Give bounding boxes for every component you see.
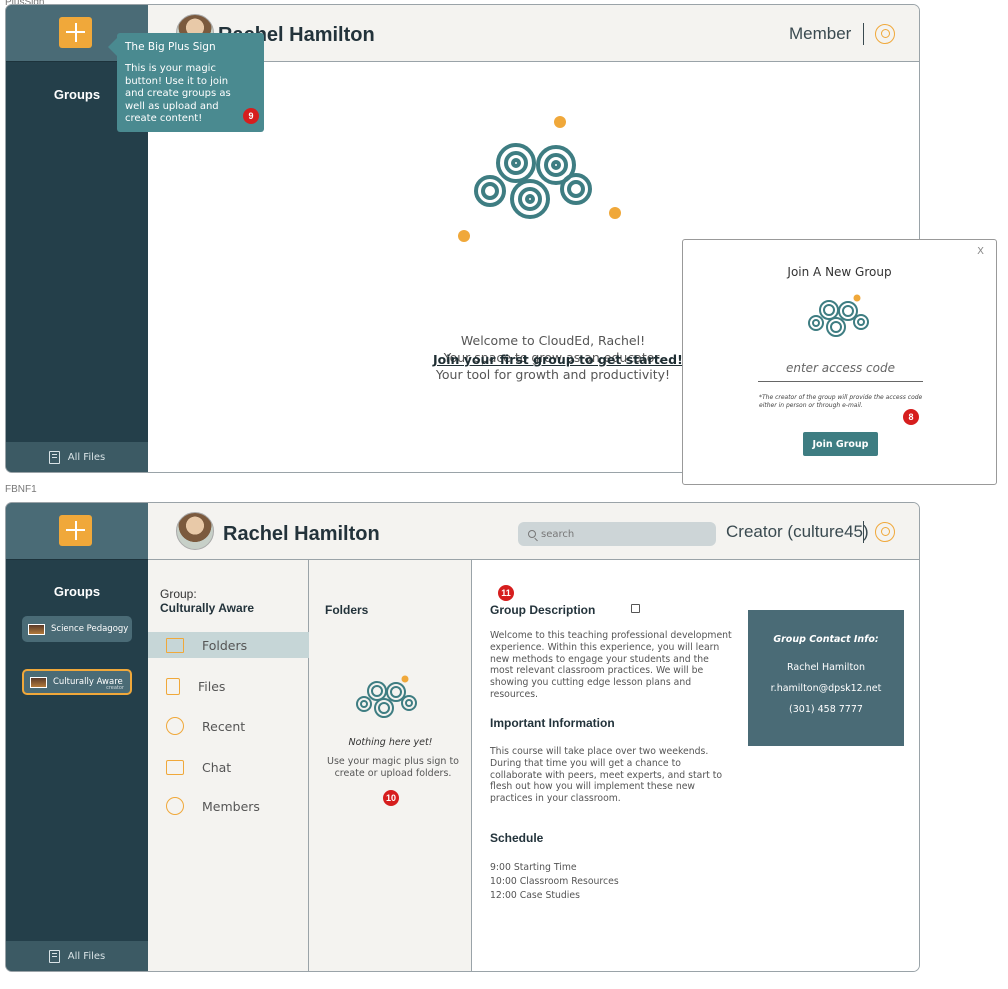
groups-title: Groups [53,584,101,599]
members-icon [166,797,184,815]
frame-label-bottom: FBNF1 [5,484,37,495]
group-nav-panel: Group: Culturally Aware Folders Files Re… [148,560,309,971]
annotation-marker-10: 10 [383,790,399,806]
group-item-science-pedagogy[interactable]: Science Pedagogy [22,616,132,642]
all-files-label: All Files [67,950,106,962]
files-icon [48,450,60,464]
group-thumbnail [30,676,47,688]
plus-button[interactable] [59,515,92,546]
cloud-swirl-logo-small [356,675,417,718]
empty-state-title: Nothing here yet! [348,737,433,748]
description-title: Group Description [490,603,596,617]
group-detail: 11 Group Description Welcome to this tea… [472,560,919,971]
welcome-line-3: Your tool for growth and productivity! [435,367,671,382]
plus-sign-tooltip: The Big Plus Sign This is your magic but… [108,33,264,132]
group-item-culturally-aware[interactable]: Culturally Aware creator [22,669,132,695]
nav-item-label: Files [198,678,226,694]
nav-item-label: Folders [202,637,248,653]
frame-fbnf1: Groups Science Pedagogy Culturally Aware… [5,502,920,972]
settings-gear-icon[interactable] [875,522,895,542]
nav-item-folders[interactable]: Folders [148,632,309,658]
empty-state-body: Use your magic plus sign to create or up… [327,756,459,779]
cloud-swirl-logo [458,116,621,242]
settings-gear-icon[interactable] [875,24,895,44]
topbar: Rachel Hamilton search Creator (culture4… [148,503,919,560]
role-label: Member [789,24,852,43]
role-divider [863,23,864,45]
annotation-marker-9: 9 [243,108,259,124]
search-input[interactable]: search [518,522,716,546]
contact-title: Group Contact Info: [773,634,879,645]
plus-button[interactable] [59,17,92,48]
welcome-line-1: Welcome to CloudEd, Rachel! [460,333,646,348]
tooltip-title: The Big Plus Sign [125,41,216,53]
edit-icon[interactable] [631,604,640,613]
all-files-button[interactable]: All Files [6,442,148,472]
folders-panel: Folders Nothing here yet! Use your magic… [309,560,472,971]
cloud-swirl-logo-small [808,294,869,337]
group-name: Culturally Aware [160,601,255,615]
nav-item-chat[interactable]: Chat [148,754,309,780]
tooltip-body: This is your magic button! Use it to joi… [125,63,231,124]
contact-card: Group Contact Info: Rachel Hamilton r.ha… [748,610,904,746]
nav-item-recent[interactable]: Recent [148,713,309,739]
contact-email[interactable]: r.hamilton@dpsk12.net [748,678,904,699]
annotation-marker-8: 8 [903,409,919,425]
folder-icon [166,637,184,653]
nav-item-label: Recent [202,718,246,734]
search-icon [528,530,536,538]
join-group-modal: X Join A New Group *The creator of the g… [682,239,997,485]
access-code-note: *The creator of the group will provide t… [759,394,923,409]
role-label: Creator (culture45) [726,522,869,541]
nav-item-members[interactable]: Members [148,793,309,819]
file-icon [166,677,180,695]
clock-icon [166,717,184,735]
sidebar-top [6,503,148,560]
avatar[interactable] [176,512,214,550]
search-placeholder: search [541,528,575,540]
join-first-group-link[interactable]: Join your first group to get started! [433,352,683,367]
creator-tag: creator [106,685,124,691]
schedule-item: 12:00 Case Studies [490,890,580,901]
schedule-item: 9:00 Starting Time [490,862,577,873]
user-name: Rachel Hamilton [223,523,380,545]
folders-title: Folders [325,603,369,617]
schedule-item: 10:00 Classroom Resources [490,876,619,887]
group-thumbnail [28,623,45,635]
group-item-label: Science Pedagogy [51,624,129,634]
modal-title: Join A New Group [787,265,892,279]
all-files-label: All Files [67,451,106,463]
join-group-button[interactable]: Join Group [803,432,878,456]
role-divider [863,521,864,543]
nav-item-files[interactable]: Files [148,673,309,699]
contact-name: Rachel Hamilton [786,662,866,673]
access-code-input[interactable] [758,361,923,382]
chat-icon [166,759,184,775]
important-info-title: Important Information [490,716,615,730]
files-icon [48,949,60,963]
sidebar: Groups Science Pedagogy Culturally Aware… [6,503,148,971]
nav-item-label: Chat [202,759,232,775]
description-text: Welcome to this teaching professional de… [490,630,732,700]
schedule-title: Schedule [490,831,544,845]
schedule-list: 9:00 Starting Time 10:00 Classroom Resou… [490,861,735,903]
annotation-marker-11: 11 [498,585,514,601]
group-label: Group: [160,587,197,601]
important-info-text: This course will take place over two wee… [490,746,723,805]
all-files-button[interactable]: All Files [6,941,148,971]
modal-close-button[interactable]: X [977,246,984,257]
nav-item-label: Members [202,798,260,814]
contact-phone: (301) 458 7777 [789,704,863,715]
